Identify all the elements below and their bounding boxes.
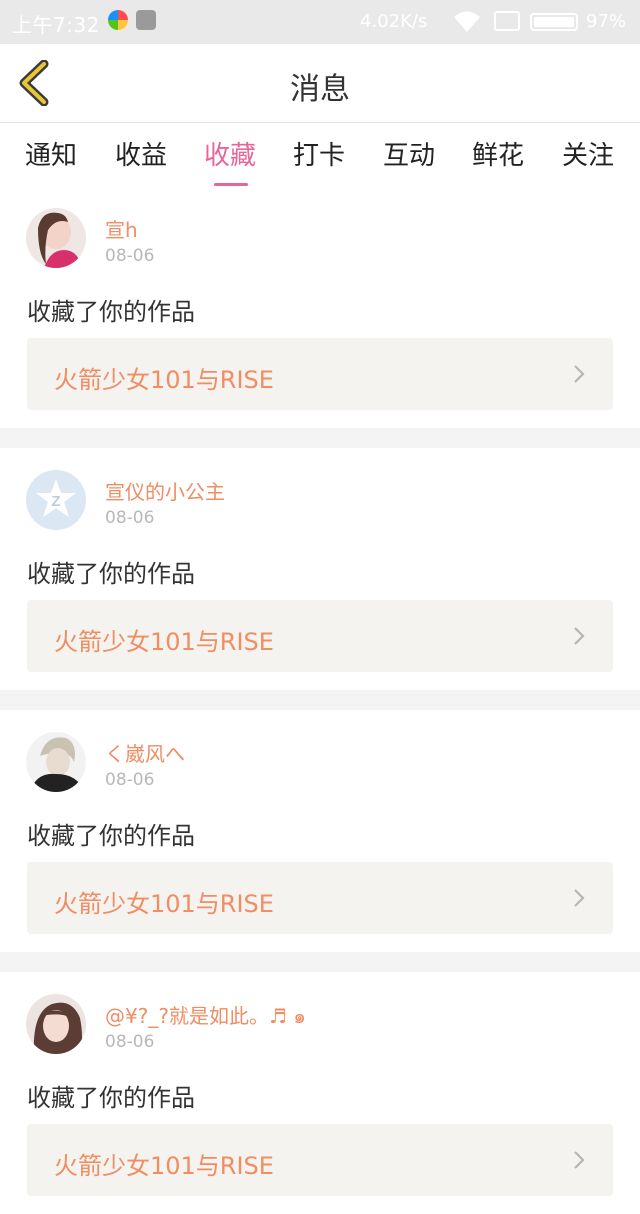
action-text: 收藏了你的作品 (27, 822, 195, 850)
tab-label: 通知 (24, 141, 77, 171)
sim-icon (494, 11, 520, 31)
item-date: 08-06 (105, 246, 155, 266)
item-divider (0, 952, 640, 972)
wifi-icon (454, 11, 480, 32)
action-text: 收藏了你的作品 (27, 298, 195, 326)
status-bar: 上午7:32 4.02K/s 97% (0, 0, 640, 44)
user-name[interactable]: @¥?_?就是如此。♬ ๑ (105, 1000, 306, 1032)
work-title: 火箭少女101与RISE (54, 890, 274, 918)
network-speed: 4.02K/s (360, 11, 428, 32)
app-icon-gray (136, 10, 156, 30)
svg-text:Z: Z (51, 493, 60, 510)
item-divider (0, 428, 640, 448)
work-card[interactable]: 火箭少女101与RISE (27, 1124, 613, 1196)
work-card[interactable]: 火箭少女101与RISE (27, 338, 613, 410)
tab-label: 关注 (561, 141, 614, 171)
tab-bar: 通知 收益 收藏 打卡 互动 鲜花 关注 (0, 123, 640, 186)
top-navigation-bar: 消息 (0, 44, 640, 123)
tab-interactions[interactable]: 互动 (374, 135, 444, 172)
battery-percent: 97% (586, 11, 627, 32)
list-item: く崴风へ 08-06 收藏了你的作品 火箭少女101与RISE (0, 710, 640, 952)
tab-earnings[interactable]: 收益 (106, 135, 176, 172)
chevron-right-icon (574, 627, 585, 645)
app-icon-colorful (108, 10, 128, 30)
list-item: 宣h 08-06 收藏了你的作品 火箭少女101与RISE (0, 186, 640, 428)
avatar[interactable] (26, 732, 86, 792)
tab-label: 收益 (114, 141, 167, 171)
tab-flowers[interactable]: 鲜花 (463, 135, 533, 172)
chevron-right-icon (574, 889, 585, 907)
tab-label: 鲜花 (471, 141, 524, 171)
list-item: Z 宣仪的小公主 08-06 收藏了你的作品 火箭少女101与RISE (0, 448, 640, 690)
list-item: @¥?_?就是如此。♬ ๑ 08-06 收藏了你的作品 火箭少女101与RISE (0, 972, 640, 1214)
work-title: 火箭少女101与RISE (54, 628, 274, 656)
chevron-right-icon (574, 365, 585, 383)
work-title: 火箭少女101与RISE (54, 1152, 274, 1180)
page-title: 消息 (290, 72, 350, 107)
tab-favorites[interactable]: 收藏 (195, 135, 265, 186)
user-name[interactable]: 宣h (105, 214, 138, 243)
chevron-right-icon (574, 1151, 585, 1169)
tab-label: 收藏 (203, 141, 256, 171)
tab-label: 打卡 (292, 141, 345, 171)
item-divider (0, 690, 640, 710)
avatar[interactable] (26, 208, 86, 268)
battery-icon (530, 13, 578, 31)
item-date: 08-06 (105, 508, 155, 528)
avatar[interactable] (26, 994, 86, 1054)
work-title: 火箭少女101与RISE (54, 366, 274, 394)
tab-notifications[interactable]: 通知 (16, 135, 86, 172)
action-text: 收藏了你的作品 (27, 560, 195, 588)
tab-follow[interactable]: 关注 (553, 135, 623, 172)
status-time: 上午7:32 (12, 13, 100, 37)
work-card[interactable]: 火箭少女101与RISE (27, 862, 613, 934)
user-name[interactable]: 宣仪的小公主 (105, 476, 225, 505)
user-name[interactable]: く崴风へ (105, 738, 185, 767)
action-text: 收藏了你的作品 (27, 1084, 195, 1112)
item-date: 08-06 (105, 1032, 155, 1052)
tab-label: 互动 (382, 141, 435, 171)
tab-checkin[interactable]: 打卡 (284, 135, 354, 172)
item-date: 08-06 (105, 770, 155, 790)
avatar[interactable]: Z (26, 470, 86, 530)
favorites-feed: 宣h 08-06 收藏了你的作品 火箭少女101与RISE Z 宣仪的小公主 0… (0, 186, 640, 1214)
work-card[interactable]: 火箭少女101与RISE (27, 600, 613, 672)
